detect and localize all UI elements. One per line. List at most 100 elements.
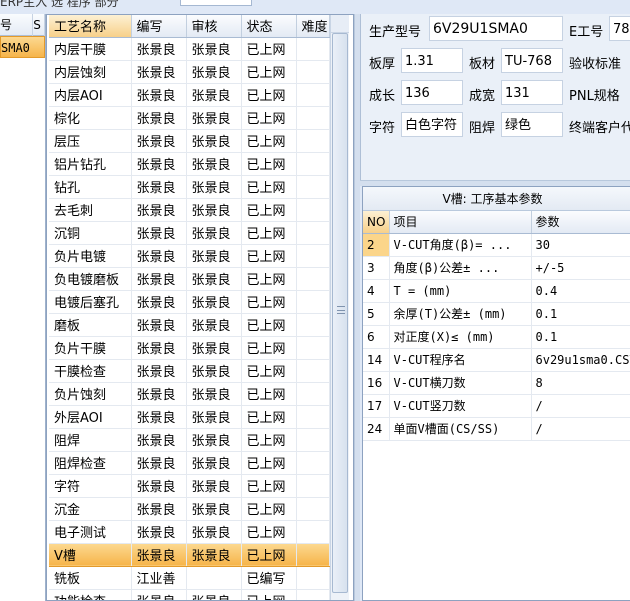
process-grid-scrollbar[interactable] xyxy=(330,15,349,600)
difficulty-cell[interactable] xyxy=(296,60,330,84)
param-row[interactable]: 3 角度(β)公差± ... +/-5 xyxy=(363,256,630,280)
reviewer-cell[interactable]: 张景良 xyxy=(186,152,242,176)
param-value-cell[interactable]: 0.4 xyxy=(531,279,630,303)
mask-field[interactable]: 绿色 xyxy=(501,112,563,137)
scroll-up-button[interactable] xyxy=(331,15,349,33)
process-row[interactable]: 负片干膜 张景良 张景良 已上网 xyxy=(49,336,330,360)
process-name-cell[interactable]: 负片蚀刻 xyxy=(49,382,132,406)
param-no-cell[interactable]: 3 xyxy=(363,256,390,280)
process-name-cell[interactable]: 沉铜 xyxy=(49,221,132,245)
difficulty-cell[interactable] xyxy=(296,405,330,429)
writer-cell[interactable]: 张景良 xyxy=(131,106,187,130)
difficulty-cell[interactable] xyxy=(296,37,330,61)
status-cell[interactable]: 已上网 xyxy=(241,520,297,544)
process-row[interactable]: 内层干膜 张景良 张景良 已上网 xyxy=(49,37,330,61)
status-cell[interactable]: 已上网 xyxy=(241,359,297,383)
process-row[interactable]: 负片电镀 张景良 张景良 已上网 xyxy=(49,244,330,268)
status-cell[interactable]: 已上网 xyxy=(241,336,297,360)
status-cell[interactable]: 已上网 xyxy=(241,542,297,567)
process-row[interactable]: 层压 张景良 张景良 已上网 xyxy=(49,129,330,153)
process-name-cell[interactable]: 去毛刺 xyxy=(49,198,132,222)
status-cell[interactable]: 已上网 xyxy=(241,129,297,153)
process-row[interactable]: 铣板 江业善 已编写 xyxy=(49,566,330,590)
reviewer-cell[interactable]: 张景良 xyxy=(186,267,242,291)
writer-cell[interactable]: 张景良 xyxy=(131,129,187,153)
scroll-thumb[interactable] xyxy=(332,33,348,593)
param-row[interactable]: 14 V-CUT程序名 6v29u1sma0.CSV xyxy=(363,348,630,372)
reviewer-cell[interactable]: 张景良 xyxy=(186,106,242,130)
job-list-selected-row[interactable]: SMA0 xyxy=(0,36,45,58)
status-cell[interactable]: 已上网 xyxy=(241,405,297,429)
status-cell[interactable]: 已上网 xyxy=(241,267,297,291)
reviewer-cell[interactable]: 张景良 xyxy=(186,336,242,360)
writer-cell[interactable]: 张景良 xyxy=(131,542,187,567)
process-name-cell[interactable]: 负片干膜 xyxy=(49,336,132,360)
difficulty-cell[interactable] xyxy=(296,474,330,498)
status-cell[interactable]: 已编写 xyxy=(241,566,297,590)
param-item-cell[interactable]: 单面V槽面(CS/SS) xyxy=(389,417,532,441)
param-col-item[interactable]: 项目 xyxy=(389,211,532,234)
process-row[interactable]: 负片蚀刻 张景良 张景良 已上网 xyxy=(49,382,330,406)
process-name-cell[interactable]: 内层蚀刻 xyxy=(49,60,132,84)
reviewer-cell[interactable]: 张景良 xyxy=(186,313,242,337)
writer-cell[interactable]: 张景良 xyxy=(131,451,187,475)
param-item-cell[interactable]: 角度(β)公差± ... xyxy=(389,256,532,280)
status-cell[interactable]: 已上网 xyxy=(241,290,297,314)
process-row[interactable]: 铝片钻孔 张景良 张景良 已上网 xyxy=(49,152,330,176)
reviewer-cell[interactable]: 张景良 xyxy=(186,474,242,498)
param-value-cell[interactable]: +/-5 xyxy=(531,256,630,280)
status-cell[interactable]: 已上网 xyxy=(241,382,297,406)
writer-cell[interactable]: 张景良 xyxy=(131,152,187,176)
reviewer-cell[interactable]: 张景良 xyxy=(186,428,242,452)
param-value-cell[interactable]: / xyxy=(531,417,630,441)
width-field[interactable]: 131 xyxy=(501,80,563,105)
difficulty-cell[interactable] xyxy=(296,336,330,360)
writer-cell[interactable]: 张景良 xyxy=(131,267,187,291)
writer-cell[interactable]: 张景良 xyxy=(131,520,187,544)
difficulty-cell[interactable] xyxy=(296,267,330,291)
param-row[interactable]: 6 对正度(X)≤ (mm) 0.1 xyxy=(363,325,630,349)
param-no-cell[interactable]: 16 xyxy=(363,371,390,395)
reviewer-cell[interactable]: 张景良 xyxy=(186,405,242,429)
process-row[interactable]: 内层蚀刻 张景良 张景良 已上网 xyxy=(49,60,330,84)
difficulty-cell[interactable] xyxy=(296,244,330,268)
difficulty-cell[interactable] xyxy=(296,428,330,452)
difficulty-cell[interactable] xyxy=(296,359,330,383)
process-name-cell[interactable]: 电镀后塞孔 xyxy=(49,290,132,314)
difficulty-cell[interactable] xyxy=(296,129,330,153)
status-cell[interactable]: 已上网 xyxy=(241,428,297,452)
param-item-cell[interactable]: V-CUT角度(β)= ... xyxy=(389,233,532,257)
process-name-cell[interactable]: 阻焊 xyxy=(49,428,132,452)
process-row[interactable]: 阻焊检查 张景良 张景良 已上网 xyxy=(49,451,330,475)
writer-cell[interactable]: 张景良 xyxy=(131,244,187,268)
status-cell[interactable]: 已上网 xyxy=(241,106,297,130)
status-cell[interactable]: 已上网 xyxy=(241,60,297,84)
col-header-process-name[interactable]: 工艺名称 xyxy=(49,15,132,38)
difficulty-cell[interactable] xyxy=(296,542,330,567)
process-name-cell[interactable]: 棕化 xyxy=(49,106,132,130)
col-header-reviewer[interactable]: 审核 xyxy=(186,15,242,38)
writer-cell[interactable]: 张景良 xyxy=(131,221,187,245)
col-header-difficulty[interactable]: 难度 xyxy=(296,15,330,38)
param-item-cell[interactable]: 余厚(T)公差± (mm) xyxy=(389,302,532,326)
status-cell[interactable]: 已上网 xyxy=(241,175,297,199)
model-field[interactable]: 6V29U1SMA0 xyxy=(429,16,563,41)
writer-cell[interactable]: 张景良 xyxy=(131,83,187,107)
thickness-field[interactable]: 1.31 xyxy=(401,48,463,73)
process-row[interactable]: 棕化 张景良 张景良 已上网 xyxy=(49,106,330,130)
param-no-cell[interactable]: 24 xyxy=(363,417,390,441)
status-cell[interactable]: 已上网 xyxy=(241,451,297,475)
process-row[interactable]: 磨板 张景良 张景良 已上网 xyxy=(49,313,330,337)
param-value-cell[interactable]: 0.1 xyxy=(531,302,630,326)
writer-cell[interactable]: 张景良 xyxy=(131,175,187,199)
process-row[interactable]: 干膜检查 张景良 张景良 已上网 xyxy=(49,359,330,383)
param-row[interactable]: 4T = (mm) 0.4 xyxy=(363,279,630,303)
process-name-cell[interactable]: 字符 xyxy=(49,474,132,498)
difficulty-cell[interactable] xyxy=(296,106,330,130)
param-item-cell[interactable]: V-CUT竖刀数 xyxy=(389,394,532,418)
reviewer-cell[interactable]: 张景良 xyxy=(186,244,242,268)
reviewer-cell[interactable]: 张景良 xyxy=(186,290,242,314)
process-name-cell[interactable]: 内层AOI xyxy=(49,83,132,107)
char-field[interactable]: 白色字符 xyxy=(401,112,463,137)
process-name-cell[interactable]: 沉金 xyxy=(49,497,132,521)
